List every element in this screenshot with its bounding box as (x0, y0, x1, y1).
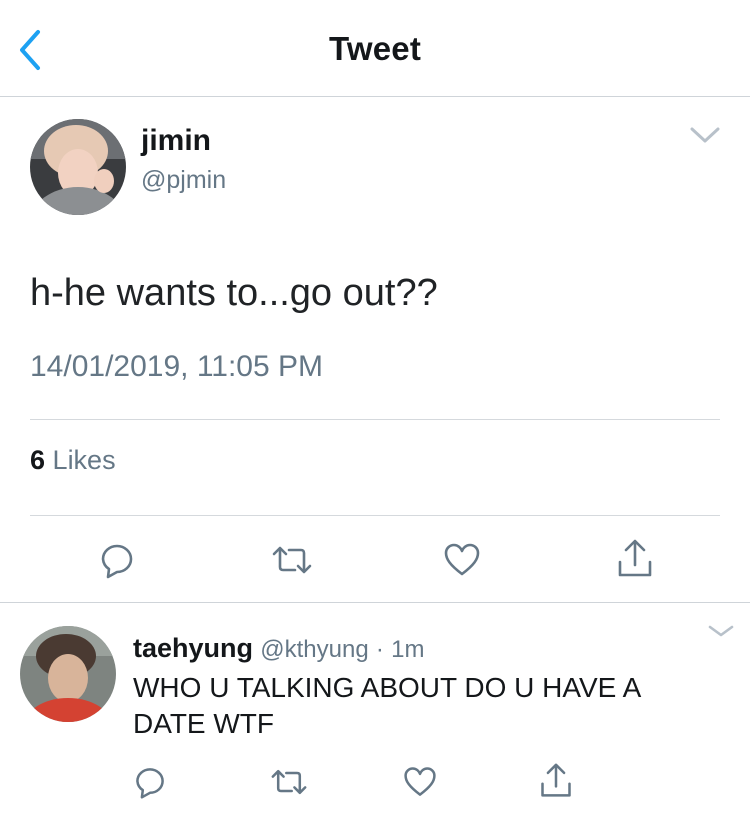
reply-share-button[interactable] (538, 762, 574, 800)
reply-avatar[interactable] (20, 626, 116, 722)
heart-icon (404, 767, 436, 796)
chevron-down-icon (708, 625, 734, 637)
share-icon (541, 763, 571, 797)
likes-stat[interactable]: 6 Likes (30, 445, 116, 476)
retweet-icon (271, 769, 307, 795)
reply-icon (136, 768, 164, 799)
reply-author-handle[interactable]: @kthyung (260, 636, 368, 663)
reply-like-button[interactable] (402, 764, 438, 800)
reply-header: taehyung @kthyung · 1m (133, 633, 424, 664)
heart-icon (444, 543, 480, 576)
likes-label: Likes (52, 445, 116, 475)
tweet-timestamp: 14/01/2019, 11:05 PM (30, 350, 323, 383)
reply-reply-button[interactable] (132, 764, 168, 800)
tweet-options-button[interactable] (688, 122, 722, 148)
avatar[interactable] (30, 119, 126, 215)
tweet-text: h-he wants to...go out?? (30, 272, 438, 314)
avatar-jimin-image (30, 119, 126, 215)
divider (30, 515, 720, 516)
page-title: Tweet (328, 30, 422, 67)
reply-options-button[interactable] (706, 621, 736, 641)
author-name[interactable]: jimin (141, 124, 211, 158)
retweet-icon (272, 546, 312, 574)
reply-retweet-button[interactable] (270, 764, 308, 800)
author-handle[interactable]: @pjmin (141, 166, 226, 195)
section-divider (0, 602, 750, 603)
likes-count: 6 (30, 445, 46, 475)
reply-icon (101, 544, 133, 579)
share-icon (618, 539, 652, 577)
retweet-button[interactable] (271, 540, 313, 580)
reply-button[interactable] (97, 540, 137, 580)
share-button[interactable] (615, 538, 655, 580)
reply-text: WHO U TALKING ABOUT DO U HAVE A DATE WTF (133, 672, 640, 739)
reply-timestamp: 1m (391, 636, 425, 663)
reply-author-name[interactable]: taehyung (133, 633, 253, 663)
reply-separator: · (375, 636, 384, 663)
nav-bar: Tweet (0, 0, 750, 97)
divider (30, 419, 720, 420)
like-button[interactable] (442, 540, 482, 580)
avatar-taehyung-image (20, 626, 116, 722)
chevron-down-icon (690, 127, 720, 143)
